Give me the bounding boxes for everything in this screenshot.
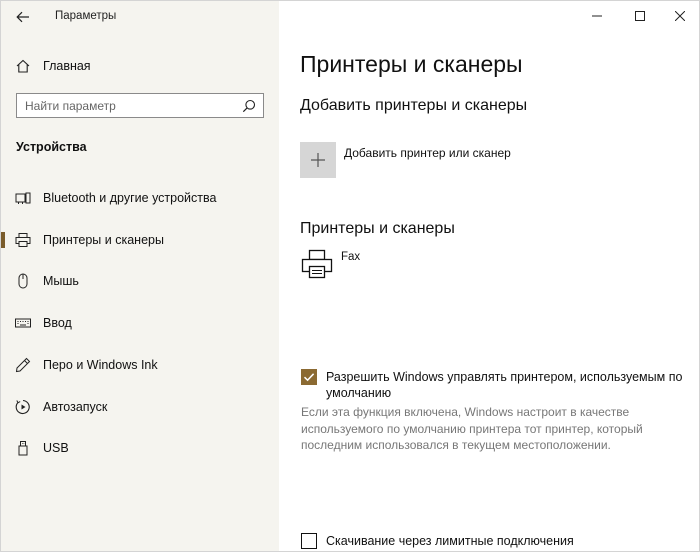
maximize-button[interactable] <box>620 1 660 31</box>
sidebar-item-label: Принтеры и сканеры <box>43 233 164 247</box>
minimize-icon <box>592 15 602 17</box>
sidebar-item-label: Bluetooth и другие устройства <box>43 191 217 205</box>
search-field[interactable] <box>16 93 264 118</box>
checkmark-icon <box>303 373 315 382</box>
manage-default-printer-label-line2[interactable]: умолчанию <box>326 385 391 401</box>
sidebar-section-title: Устройства <box>16 140 87 154</box>
sidebar-item-mouse[interactable]: Мышь <box>1 263 279 299</box>
usb-icon <box>18 441 28 456</box>
sidebar-item-label: Главная <box>43 59 91 73</box>
window-title: Параметры <box>55 10 117 22</box>
search-input[interactable] <box>25 97 225 114</box>
manage-default-printer-label-line1[interactable]: Разрешить Windows управлять принтером, и… <box>326 369 682 385</box>
add-printer-label[interactable]: Добавить принтер или сканер <box>344 146 511 160</box>
close-icon <box>675 11 685 21</box>
add-section-title: Добавить принтеры и сканеры <box>300 97 528 114</box>
back-button[interactable] <box>11 7 35 27</box>
main-content: Принтеры и сканеры Добавить принтеры и с… <box>279 1 699 551</box>
sidebar-item-label: Ввод <box>43 316 72 330</box>
page-title: Принтеры и сканеры <box>300 51 523 77</box>
minimize-button[interactable] <box>577 1 617 31</box>
back-arrow-icon <box>16 11 29 23</box>
sidebar-item-label: USB <box>43 441 69 455</box>
maximize-icon <box>635 11 645 21</box>
search-icon[interactable] <box>242 99 256 113</box>
sidebar-item-printers[interactable]: Принтеры и сканеры <box>1 222 279 258</box>
default-printer-description: Если эта функция включена, Windows настр… <box>301 405 643 452</box>
sidebar-item-label: Автозапуск <box>43 400 108 414</box>
printer-name: Fax <box>341 251 361 263</box>
home-icon <box>16 59 30 73</box>
metered-download-label[interactable]: Скачивание через лимитные подключения <box>326 533 574 549</box>
sidebar-item-pen[interactable]: Перо и Windows Ink <box>1 347 279 383</box>
metered-download-checkbox[interactable] <box>301 533 317 549</box>
settings-window: Параметры Главная Устройства Bluetooth и… <box>0 0 700 552</box>
mouse-icon <box>18 273 28 289</box>
printers-section-title: Принтеры и сканеры <box>300 220 455 237</box>
fax-printer-icon <box>301 249 333 279</box>
sidebar: Параметры Главная Устройства Bluetooth и… <box>1 1 279 551</box>
sidebar-item-home[interactable]: Главная <box>1 53 279 79</box>
sidebar-item-label: Перо и Windows Ink <box>43 358 158 372</box>
printer-icon <box>15 233 31 247</box>
autoplay-icon <box>15 399 30 415</box>
sidebar-item-typing[interactable]: Ввод <box>1 305 279 341</box>
keyboard-icon <box>15 318 31 328</box>
sidebar-item-autoplay[interactable]: Автозапуск <box>1 389 279 425</box>
plus-icon <box>311 153 325 167</box>
sidebar-item-bluetooth[interactable]: Bluetooth и другие устройства <box>1 180 279 216</box>
sidebar-item-usb[interactable]: USB <box>1 430 279 466</box>
add-printer-button[interactable] <box>300 142 336 178</box>
pen-icon <box>15 357 31 373</box>
close-button[interactable] <box>660 1 699 31</box>
bluetooth-devices-icon <box>15 192 31 204</box>
sidebar-item-label: Мышь <box>43 274 79 288</box>
manage-default-printer-checkbox[interactable] <box>301 369 317 385</box>
active-indicator <box>1 232 5 248</box>
